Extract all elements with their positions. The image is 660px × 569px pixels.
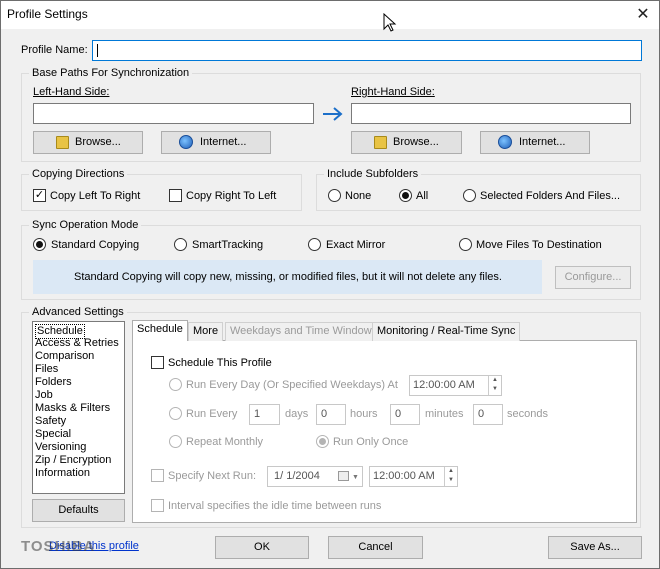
globe-icon (498, 135, 512, 149)
subfolders-all-label: All (416, 190, 429, 202)
list-item[interactable]: Versioning (35, 441, 86, 454)
tab-schedule[interactable]: Schedule (132, 320, 188, 341)
sync-mode-legend: Sync Operation Mode (29, 219, 142, 232)
list-item[interactable]: Safety (35, 415, 66, 428)
schedule-profile-checkbox[interactable] (151, 356, 164, 369)
specify-next-run-label: Specify Next Run: (168, 470, 257, 482)
advanced-category-list[interactable]: Schedule Access & Retries Comparison Fil… (32, 321, 125, 494)
run-only-once-radio[interactable] (316, 435, 329, 448)
repeat-monthly-radio[interactable] (169, 435, 182, 448)
defaults-button[interactable]: Defaults (32, 499, 125, 522)
tab-monitoring[interactable]: Monitoring / Real-Time Sync (372, 322, 521, 341)
schedule-profile-label: Schedule This Profile (168, 357, 272, 369)
list-item[interactable]: Access & Retries (35, 337, 119, 350)
sync-mode-info-box: Standard Copying will copy new, missing,… (33, 260, 542, 294)
copy-right-to-left-label: Copy Right To Left (186, 190, 277, 202)
save-as-button[interactable]: Save As... (548, 536, 642, 559)
dropdown-arrow-icon[interactable]: ▼ (352, 471, 359, 484)
advanced-settings-legend: Advanced Settings (29, 306, 127, 319)
globe-icon (179, 135, 193, 149)
run-every-day-label: Run Every Day (Or Specified Weekdays) At (186, 379, 398, 391)
time-spinner-icon[interactable]: ▲ ▼ (444, 467, 457, 486)
standard-copying-label: Standard Copying (51, 239, 140, 251)
copy-left-to-right-label: Copy Left To Right (50, 190, 141, 202)
list-item[interactable]: Files (35, 363, 58, 376)
specify-next-run-checkbox[interactable] (151, 469, 164, 482)
cancel-button[interactable]: Cancel (328, 536, 423, 559)
smarttracking-label: SmartTracking (192, 239, 264, 251)
tab-more[interactable]: More (188, 322, 224, 341)
list-item[interactable]: Information (35, 467, 90, 480)
ok-button[interactable]: OK (215, 536, 309, 559)
configure-button[interactable]: Configure... (555, 266, 631, 289)
move-files-label: Move Files To Destination (476, 239, 602, 251)
subfolders-none-radio[interactable] (328, 189, 341, 202)
repeat-monthly-label: Repeat Monthly (186, 436, 264, 448)
move-files-radio[interactable] (459, 238, 472, 251)
run-only-once-label: Run Only Once (333, 436, 409, 448)
profile-name-label: Profile Name: (21, 44, 88, 56)
run-every-radio[interactable] (169, 407, 182, 420)
seconds-input[interactable]: 0 (473, 404, 503, 425)
folder-icon (374, 136, 387, 149)
right-path-input[interactable] (351, 103, 631, 124)
watermark: TOSHIBA (21, 538, 96, 555)
minutes-label: minutes (425, 408, 464, 420)
subfolders-selected-radio[interactable] (463, 189, 476, 202)
text-caret (97, 44, 98, 57)
list-item[interactable]: Masks & Filters (35, 402, 110, 415)
interval-idle-checkbox[interactable] (151, 499, 164, 512)
time-spinner-icon[interactable]: ▲ ▼ (488, 376, 501, 395)
smarttracking-radio[interactable] (174, 238, 187, 251)
folder-icon (56, 136, 69, 149)
copying-directions-legend: Copying Directions (29, 168, 128, 181)
days-input[interactable]: 1 (249, 404, 280, 425)
left-side-label: Left-Hand Side: (33, 86, 110, 98)
interval-idle-label: Interval specifies the idle time between… (168, 500, 382, 512)
standard-copying-radio[interactable] (33, 238, 46, 251)
every-day-time-input[interactable]: 12:00:00 AM ▲ ▼ (409, 375, 502, 396)
right-browse-button[interactable]: Browse... (351, 131, 462, 154)
subfolders-all-radio[interactable] (399, 189, 412, 202)
arrow-right-icon (323, 107, 343, 121)
window-title: Profile Settings (7, 7, 88, 21)
exact-mirror-label: Exact Mirror (326, 239, 386, 251)
list-item[interactable]: Folders (35, 376, 72, 389)
calendar-icon[interactable] (338, 471, 349, 481)
minutes-input[interactable]: 0 (390, 404, 420, 425)
hours-label: hours (350, 408, 378, 420)
profile-name-input[interactable] (92, 40, 642, 61)
right-side-label: Right-Hand Side: (351, 86, 435, 98)
right-internet-button[interactable]: Internet... (480, 131, 590, 154)
left-path-input[interactable] (33, 103, 314, 124)
sync-mode-info-text: Standard Copying will copy new, missing,… (74, 271, 502, 283)
run-every-label: Run Every (186, 408, 238, 420)
tab-weekdays-time-window[interactable]: Weekdays and Time Window (225, 322, 377, 341)
hours-input[interactable]: 0 (316, 404, 346, 425)
title-bar: Profile Settings ✕ (1, 1, 659, 29)
include-subfolders-legend: Include Subfolders (324, 168, 422, 181)
list-item[interactable]: Comparison (35, 350, 94, 363)
exact-mirror-radio[interactable] (308, 238, 321, 251)
list-item[interactable]: Special (35, 428, 71, 441)
base-paths-legend: Base Paths For Synchronization (29, 67, 193, 80)
next-run-date-input[interactable]: 1/ 1/2004 ▼ (267, 466, 363, 487)
left-internet-button[interactable]: Internet... (161, 131, 271, 154)
subfolders-none-label: None (345, 190, 372, 202)
copy-left-to-right-checkbox[interactable]: ✓ (33, 189, 46, 202)
profile-settings-window: Profile Settings ✕ Profile Name: Base Pa… (0, 0, 660, 569)
close-icon[interactable]: ✕ (631, 4, 655, 26)
left-browse-button[interactable]: Browse... (33, 131, 143, 154)
list-item[interactable]: Zip / Encryption (35, 454, 111, 467)
next-run-time-input[interactable]: 12:00:00 AM ▲ ▼ (369, 466, 458, 487)
run-every-day-radio[interactable] (169, 378, 182, 391)
copy-right-to-left-checkbox[interactable] (169, 189, 182, 202)
list-item[interactable]: Job (35, 389, 53, 402)
seconds-label: seconds (507, 408, 548, 420)
days-label: days (285, 408, 309, 420)
subfolders-selected-label: Selected Folders And Files... (480, 190, 621, 202)
cursor-icon (383, 13, 397, 32)
